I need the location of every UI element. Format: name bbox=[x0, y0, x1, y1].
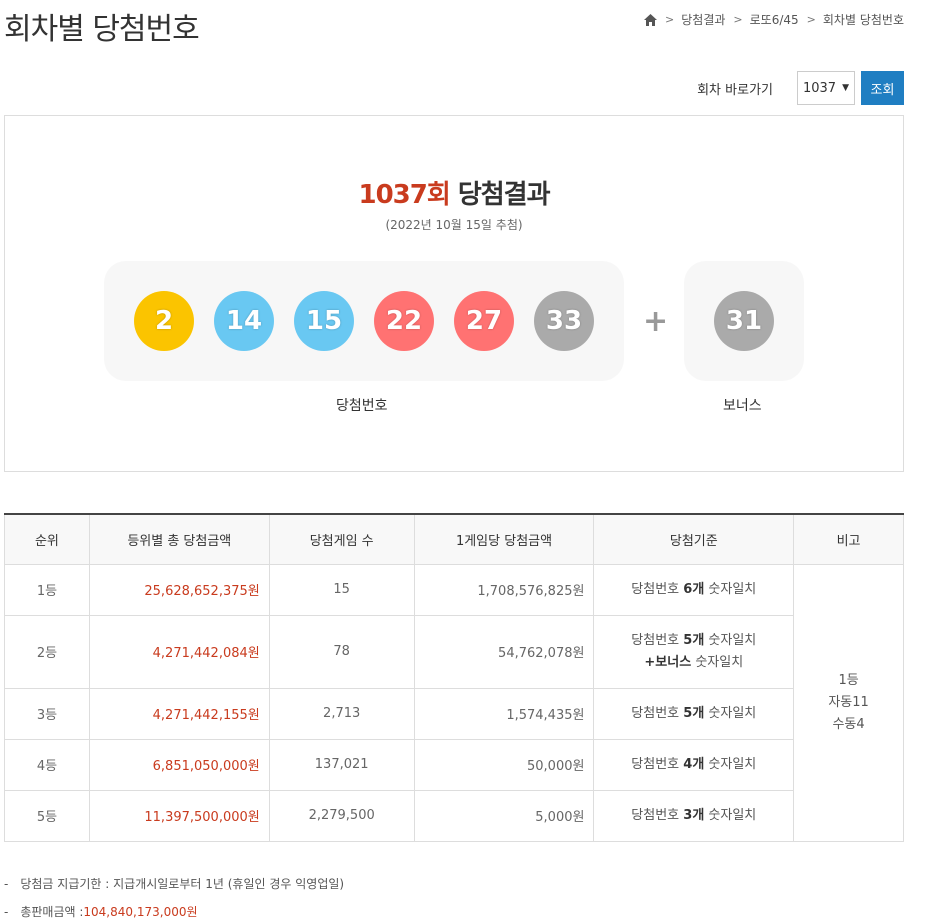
prize-table: 순위 등위별 총 당첨금액 당첨게임 수 1게임당 당첨금액 당첨기준 비고 1… bbox=[4, 513, 904, 842]
round-number: 1037회 bbox=[358, 180, 450, 210]
bullet-dash: - bbox=[4, 905, 9, 919]
winner-count-cell: 78 bbox=[268, 614, 415, 689]
page-title: 회차별 당첨번호 bbox=[4, 12, 200, 47]
header-criteria: 당첨기준 bbox=[593, 514, 795, 565]
rank-cell: 1등 bbox=[4, 563, 90, 616]
prize-per-game-cell: 50,000원 bbox=[413, 738, 595, 791]
breadcrumb-item-current[interactable]: 회차별 당첨번호 bbox=[823, 11, 904, 28]
prize-per-game-cell: 1,708,576,825원 bbox=[413, 563, 595, 616]
table-row: 3등 4,271,442,155원 2,713 1,574,435원 당첨번호 … bbox=[4, 687, 904, 740]
criteria-cell: 당첨번호 5개 숫자일치 bbox=[593, 687, 795, 740]
header-winner-count: 당첨게임 수 bbox=[268, 514, 415, 565]
winner-count-cell: 2,713 bbox=[268, 687, 415, 740]
home-icon[interactable] bbox=[644, 13, 658, 26]
criteria-text: 당첨번호 bbox=[631, 581, 684, 597]
table-row: 4등 6,851,050,000원 137,021 50,000원 당첨번호 4… bbox=[4, 738, 904, 791]
chevron-right-icon: > bbox=[665, 13, 675, 26]
total-prize-cell: 4,271,442,084원 bbox=[88, 614, 270, 689]
criteria-text: 당첨번호 bbox=[631, 705, 684, 721]
criteria-text: 숫자일치 bbox=[704, 632, 757, 648]
total-prize-cell: 11,397,500,000원 bbox=[88, 789, 270, 842]
winning-ball-5: 27 bbox=[454, 291, 514, 351]
header-note: 비고 bbox=[793, 514, 904, 565]
criteria-cell: 당첨번호 6개 숫자일치 bbox=[593, 563, 795, 616]
caret-down-icon: ▼ bbox=[842, 83, 849, 93]
criteria-text: 숫자일치 bbox=[691, 654, 744, 670]
winning-numbers-label: 당첨번호 bbox=[336, 398, 388, 414]
winner-count-cell: 2,279,500 bbox=[268, 789, 415, 842]
round-select[interactable]: 1037 ▼ bbox=[797, 71, 855, 105]
note-cell: 1등 자동11 수동4 bbox=[793, 563, 904, 842]
prize-per-game-cell: 54,762,078원 bbox=[413, 614, 595, 689]
result-panel: 1037회 당첨결과 (2022년 10월 15일 추첨) 2 14 15 22… bbox=[4, 115, 904, 472]
bonus-ball: 31 bbox=[714, 291, 774, 351]
criteria-text: 숫자일치 bbox=[704, 581, 757, 597]
criteria-text: 숫자일치 bbox=[704, 705, 757, 721]
winner-count-cell: 137,021 bbox=[268, 738, 415, 791]
prize-per-game-cell: 5,000원 bbox=[413, 789, 595, 842]
winning-ball-4: 22 bbox=[374, 291, 434, 351]
table-row: 2등 4,271,442,084원 78 54,762,078원 당첨번호 5개… bbox=[4, 614, 904, 689]
total-sales-value: 104,840,173,000원 bbox=[83, 905, 198, 919]
criteria-bonus: +보너스 bbox=[644, 654, 692, 670]
header-total-prize: 등위별 총 당첨금액 bbox=[88, 514, 270, 565]
table-row: 5등 11,397,500,000원 2,279,500 5,000원 당첨번호… bbox=[4, 789, 904, 842]
criteria-text: 당첨번호 bbox=[631, 756, 684, 772]
rank-cell: 2등 bbox=[4, 614, 90, 689]
winning-ball-2: 14 bbox=[214, 291, 274, 351]
winning-ball-6: 33 bbox=[534, 291, 594, 351]
total-prize-cell: 4,271,442,155원 bbox=[88, 687, 270, 740]
note-line: 자동11 bbox=[828, 694, 869, 710]
footnotes: - 당첨금 지급기한 : 지급개시일로부터 1년 (휴일인 경우 익영업일) -… bbox=[4, 870, 344, 922]
winner-count-cell: 15 bbox=[268, 563, 415, 616]
table-row: 1등 25,628,652,375원 15 1,708,576,825원 당첨번… bbox=[4, 563, 904, 842]
draw-date: (2022년 10월 15일 추첨) bbox=[385, 218, 523, 232]
note-line: 1등 bbox=[838, 672, 859, 688]
rank-cell: 5등 bbox=[4, 789, 90, 842]
table-header-row: 순위 등위별 총 당첨금액 당첨게임 수 1게임당 당첨금액 당첨기준 비고 bbox=[4, 514, 904, 565]
deadline-text: 당첨금 지급기한 : 지급개시일로부터 1년 (휴일인 경우 익영업일) bbox=[20, 877, 345, 891]
winning-ball-3: 15 bbox=[294, 291, 354, 351]
chevron-right-icon: > bbox=[733, 13, 743, 26]
rank-cell: 4등 bbox=[4, 738, 90, 791]
header-rank: 순위 bbox=[4, 514, 90, 565]
result-title: 1037회 당첨결과 bbox=[5, 174, 903, 211]
search-button[interactable]: 조회 bbox=[861, 71, 904, 105]
rank-cell: 3등 bbox=[4, 687, 90, 740]
breadcrumb-item-results[interactable]: 당첨결과 bbox=[681, 11, 725, 28]
prize-per-game-cell: 1,574,435원 bbox=[413, 687, 595, 740]
total-sales-label: 총판매금액 : bbox=[20, 905, 84, 919]
breadcrumb: > 당첨결과 > 로또6/45 > 회차별 당첨번호 bbox=[644, 11, 904, 28]
note-line: 수동4 bbox=[832, 716, 865, 732]
criteria-cell: 당첨번호 3개 숫자일치 bbox=[593, 789, 795, 842]
winning-ball-1: 2 bbox=[134, 291, 194, 351]
criteria-text: 당첨번호 bbox=[631, 632, 684, 648]
round-select-value: 1037 bbox=[802, 80, 837, 96]
criteria-count: 5개 bbox=[683, 705, 705, 721]
bullet-dash: - bbox=[4, 877, 9, 891]
criteria-count: 3개 bbox=[683, 807, 705, 823]
breadcrumb-item-lotto645[interactable]: 로또6/45 bbox=[750, 11, 799, 28]
footnote-deadline: - 당첨금 지급기한 : 지급개시일로부터 1년 (휴일인 경우 익영업일) bbox=[4, 870, 344, 898]
criteria-text: 당첨번호 bbox=[631, 807, 684, 823]
chevron-right-icon: > bbox=[806, 13, 816, 26]
total-prize-cell: 25,628,652,375원 bbox=[88, 563, 270, 616]
criteria-text: 숫자일치 bbox=[704, 807, 757, 823]
round-goto-label: 회차 바로가기 bbox=[697, 82, 773, 98]
total-prize-cell: 6,851,050,000원 bbox=[88, 738, 270, 791]
footnote-total-sales: - 총판매금액 : 104,840,173,000원 bbox=[4, 898, 344, 922]
result-title-suffix: 당첨결과 bbox=[449, 180, 551, 210]
bonus-label: 보너스 bbox=[723, 398, 762, 414]
criteria-count: 5개 bbox=[683, 632, 705, 648]
criteria-cell: 당첨번호 5개 숫자일치 +보너스 숫자일치 bbox=[593, 614, 795, 689]
header-prize-per-game: 1게임당 당첨금액 bbox=[413, 514, 595, 565]
plus-icon: + bbox=[643, 304, 669, 339]
criteria-count: 4개 bbox=[683, 756, 705, 772]
criteria-text: 숫자일치 bbox=[704, 756, 757, 772]
criteria-cell: 당첨번호 4개 숫자일치 bbox=[593, 738, 795, 791]
round-goto-bar: 회차 바로가기 1037 ▼ 조회 bbox=[697, 71, 904, 105]
criteria-count: 6개 bbox=[683, 581, 705, 597]
